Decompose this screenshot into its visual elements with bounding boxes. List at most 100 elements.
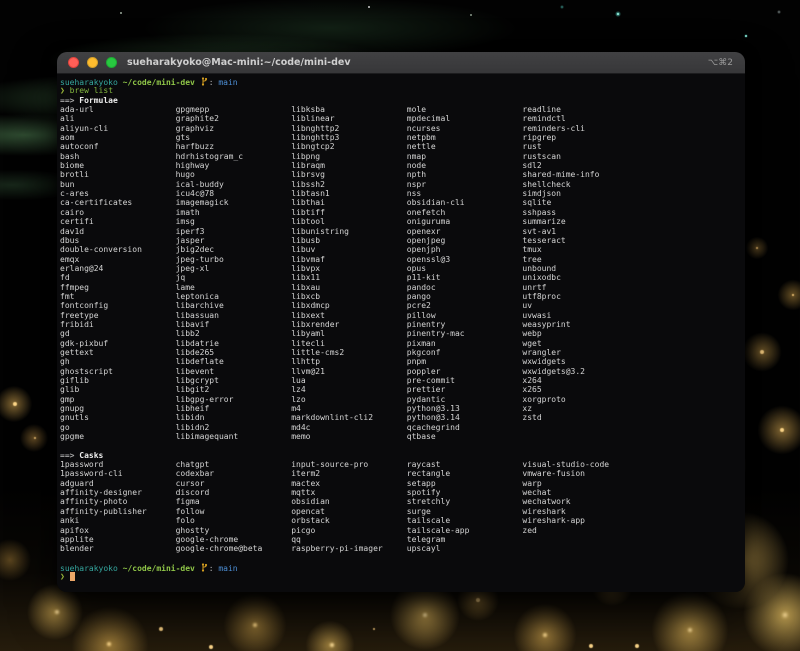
package-name: google-chrome@beta: [176, 544, 292, 553]
package-name: wxwidgets: [522, 357, 638, 366]
package-name: nettle: [407, 142, 523, 151]
package-name: gts: [176, 133, 292, 142]
package-name: libgit2: [176, 385, 292, 394]
window-titlebar[interactable]: sueharakyoko@Mac-mini:~/code/mini-dev ⌥⌘…: [57, 52, 745, 74]
package-name: visual-studio-code: [522, 460, 638, 469]
package-name: openjpeg: [407, 236, 523, 245]
package-name: gh: [60, 357, 176, 366]
package-name: qtbase: [407, 432, 523, 441]
package-name: libarchive: [176, 301, 292, 310]
package-name: upscayl: [407, 544, 523, 553]
package-name: libgcrypt: [176, 376, 292, 385]
prompt-branch: main: [218, 78, 237, 87]
package-name: lz4: [291, 385, 407, 394]
package-name: 1password: [60, 460, 176, 469]
package-name: chatgpt: [176, 460, 292, 469]
package-name: utf8proc: [522, 292, 638, 301]
package-name: ncurses: [407, 124, 523, 133]
package-name: mpdecimal: [407, 114, 523, 123]
package-name: ali: [60, 114, 176, 123]
command-line: ❯ brew list: [60, 86, 743, 95]
package-name: mqttx: [291, 488, 407, 497]
package-name: gd: [60, 329, 176, 338]
package-name: nspr: [407, 180, 523, 189]
package-name: libgpg-error: [176, 395, 292, 404]
package-name: libx11: [291, 273, 407, 282]
package-name: unixodbc: [522, 273, 638, 282]
minimize-button[interactable]: [87, 57, 98, 68]
package-name: openexr: [407, 227, 523, 236]
package-name: gettext: [60, 348, 176, 357]
package-name: libyaml: [291, 329, 407, 338]
package-name: libidn2: [176, 423, 292, 432]
terminal-body[interactable]: sueharakyoko ~/code/mini-dev : main ❯ br…: [57, 74, 745, 592]
package-name: lame: [176, 283, 292, 292]
package-name: icu4c@78: [176, 189, 292, 198]
section-header-casks: ==> Casks: [60, 451, 743, 460]
package-name: jpeg-turbo: [176, 255, 292, 264]
package-name: gnupg: [60, 404, 176, 413]
package-name: libheif: [176, 404, 292, 413]
package-name: erlang@24: [60, 264, 176, 273]
package-name: setapp: [407, 479, 523, 488]
package-name: ical-buddy: [176, 180, 292, 189]
package-name: libngtcp2: [291, 142, 407, 151]
package-name: lzo: [291, 395, 407, 404]
package-name: opus: [407, 264, 523, 273]
package-name: sqlite: [522, 198, 638, 207]
package-name: tailscale: [407, 516, 523, 525]
prompt-separator: :: [209, 564, 214, 573]
command-text: brew list: [70, 86, 113, 95]
package-name: xz: [522, 404, 638, 413]
package-name: xorgproto: [522, 395, 638, 404]
package-name: reminders-cli: [522, 124, 638, 133]
package-name: libimagequant: [176, 432, 292, 441]
package-name: simdjson: [522, 189, 638, 198]
package-name: ffmpeg: [60, 283, 176, 292]
package-name: codexbar: [176, 469, 292, 478]
package-name: figma: [176, 497, 292, 506]
package-name: telegram: [407, 535, 523, 544]
git-branch-icon: [201, 77, 208, 88]
package-name: discord: [176, 488, 292, 497]
package-name: c-ares: [60, 189, 176, 198]
package-name: libassuan: [176, 311, 292, 320]
package-name: harfbuzz: [176, 142, 292, 151]
window-shortcut-badge: ⌥⌘2: [708, 58, 733, 68]
package-name: fmt: [60, 292, 176, 301]
package-name: libxdmcp: [291, 301, 407, 310]
package-name: fd: [60, 273, 176, 282]
package-name: cairo: [60, 208, 176, 217]
terminal-window[interactable]: sueharakyoko@Mac-mini:~/code/mini-dev ⌥⌘…: [57, 52, 745, 592]
package-name: shared-mime-info: [522, 170, 638, 179]
package-name: libb2: [176, 329, 292, 338]
package-name: raycast: [407, 460, 523, 469]
package-name: imagemagick: [176, 198, 292, 207]
package-name: libxcb: [291, 292, 407, 301]
input-line[interactable]: ❯: [60, 572, 743, 581]
package-name: affinity-publisher: [60, 507, 176, 516]
prompt-branch: main: [218, 564, 237, 573]
package-name: llvm@21: [291, 367, 407, 376]
package-column: molempdecimalncursesnetpbmnettlenmapnode…: [407, 105, 523, 441]
prompt-line: sueharakyoko ~/code/mini-dev : main: [60, 77, 743, 86]
section-header-formulae: ==> Formulae: [60, 96, 743, 105]
package-name: ada-url: [60, 105, 176, 114]
package-name: wireshark: [522, 507, 638, 516]
package-name: leptonica: [176, 292, 292, 301]
package-name: pre-commit: [407, 376, 523, 385]
formulae-columns: ada-urlalialiyun-cliaomautoconfbashbiome…: [60, 105, 743, 441]
package-name: libthai: [291, 198, 407, 207]
blank-line: [60, 554, 743, 563]
close-button[interactable]: [68, 57, 79, 68]
package-name: spotify: [407, 488, 523, 497]
package-name: uvwasi: [522, 311, 638, 320]
package-name: tailscale-app: [407, 526, 523, 535]
package-name: libpng: [291, 152, 407, 161]
package-name: surge: [407, 507, 523, 516]
package-name: memo: [291, 432, 407, 441]
package-name: markdownlint-cli2: [291, 413, 407, 422]
zoom-button[interactable]: [106, 57, 117, 68]
prompt-separator: :: [209, 78, 214, 87]
header-arrow: ==>: [60, 451, 74, 460]
